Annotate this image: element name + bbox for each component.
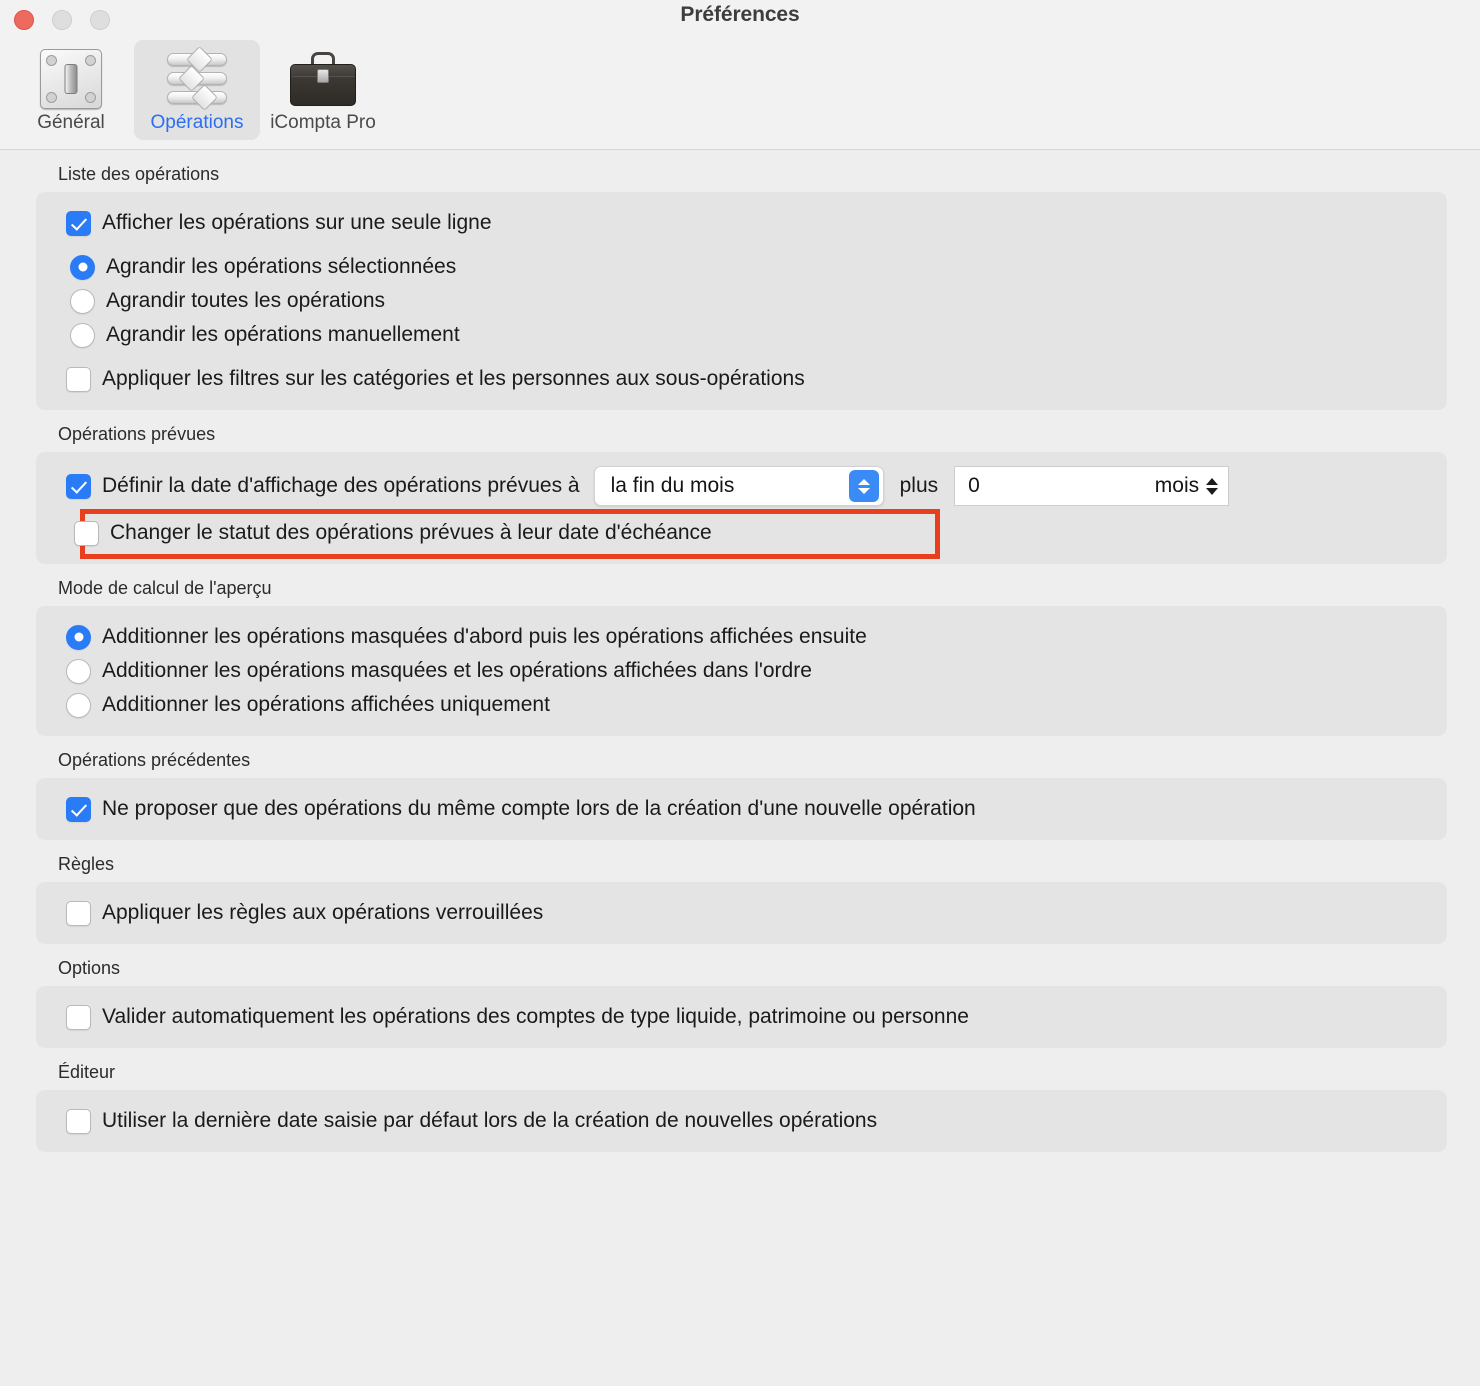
radio-masquees-et-affichees-ordre[interactable] [66,658,91,684]
group-liste-des-operations: Liste des opérations Afficher les opérat… [0,150,1480,410]
tab-operations[interactable]: Opérations [134,40,260,140]
option-label: Ne proposer que des opérations du même c… [102,797,976,820]
radio-agrandir-selectionnees[interactable] [70,254,95,280]
date-controls: la fin du mois plus 0 mois [593,466,1230,506]
popup-date-reference-value: la fin du mois [610,474,735,497]
stepper-mois[interactable]: 0 mois [954,466,1230,506]
popup-date-reference[interactable]: la fin du mois [593,466,884,506]
option-affichees-uniquement[interactable]: Additionner les opérations affichées uni… [36,688,1447,722]
stepper-mois-unit: mois [1154,474,1200,497]
group-regles: Règles Appliquer les règles aux opératio… [0,840,1480,944]
option-masquees-et-affichees-ordre[interactable]: Additionner les opérations masquées et l… [36,654,1447,688]
checkbox-changer-statut-echeance[interactable] [74,520,99,546]
option-changer-statut-echeance[interactable]: Changer le statut des opérations prévues… [44,516,1447,550]
option-label: Agrandir les opérations sélectionnées [106,255,457,278]
chevron-updown-icon[interactable] [848,470,879,502]
option-appliquer-filtres-sous-operations[interactable]: Appliquer les filtres sur les catégories… [36,362,1447,396]
window-titlebar: Préférences [0,0,1480,40]
option-masquees-dabord[interactable]: Additionner les opérations masquées d'ab… [36,620,1447,654]
plus-label: plus [899,474,939,497]
group-editeur: Éditeur Utiliser la dernière date saisie… [0,1048,1480,1152]
tab-icompta-pro-label: iCompta Pro [270,112,376,133]
checkbox-definir-date-affichage[interactable] [66,473,91,499]
option-label: Valider automatiquement les opérations d… [102,1005,969,1028]
preferences-toolbar: Général Opérations iCompta Pro [0,40,1480,150]
group-prevues-title: Opérations prévues [58,424,216,444]
tab-general[interactable]: Général [8,40,134,140]
sliders-icon [165,46,229,111]
tab-icompta-pro[interactable]: iCompta Pro [260,40,386,140]
option-label: Afficher les opérations sur une seule li… [102,211,492,234]
option-afficher-une-seule-ligne[interactable]: Afficher les opérations sur une seule li… [36,206,1447,240]
option-definir-date-affichage[interactable]: Définir la date d'affichage des opératio… [36,466,1447,506]
stepper-mois-value[interactable]: 0 [968,474,980,498]
group-options: Options Valider automatiquement les opér… [0,944,1480,1048]
group-liste-box: Afficher les opérations sur une seule li… [36,192,1447,410]
option-meme-compte[interactable]: Ne proposer que des opérations du même c… [36,792,1447,826]
option-derniere-date-saisie[interactable]: Utiliser la dernière date saisie par déf… [36,1104,1447,1138]
tab-operations-label: Opérations [150,112,244,133]
option-regles-verrouillees[interactable]: Appliquer les règles aux opérations verr… [36,896,1447,930]
group-apercu-box: Additionner les opérations masquées d'ab… [36,606,1447,736]
option-label: Additionner les opérations affichées uni… [102,693,550,716]
radio-agrandir-toutes[interactable] [70,288,95,314]
option-label: Agrandir toutes les opérations [106,289,385,312]
radio-affichees-uniquement[interactable] [66,692,91,718]
group-precedentes-box: Ne proposer que des opérations du même c… [36,778,1447,840]
option-valider-automatiquement[interactable]: Valider automatiquement les opérations d… [36,1000,1447,1034]
stepper-chevron-updown-icon[interactable] [1206,477,1219,495]
checkbox-appliquer-filtres[interactable] [66,366,91,392]
checkbox-regles-verrouillees[interactable] [66,900,91,926]
tab-general-label: Général [37,112,105,133]
option-agrandir-manuellement[interactable]: Agrandir les opérations manuellement [36,318,1447,352]
group-prevues-box: Définir la date d'affichage des opératio… [36,452,1447,564]
group-options-box: Valider automatiquement les opérations d… [36,986,1447,1048]
option-label: Additionner les opérations masquées d'ab… [102,625,867,648]
option-agrandir-selectionnees[interactable]: Agrandir les opérations sélectionnées [36,250,1447,284]
group-apercu-title: Mode de calcul de l'aperçu [58,578,272,598]
checkbox-valider-automatiquement[interactable] [66,1004,91,1030]
page-title: Préférences [680,3,800,26]
option-label: Additionner les opérations masquées et l… [102,659,812,682]
checkbox-derniere-date-saisie[interactable] [66,1108,91,1134]
option-label: Agrandir les opérations manuellement [106,323,460,346]
highlighted-option-wrapper: Changer le statut des opérations prévues… [44,509,1447,559]
switch-plate-icon [40,48,102,110]
group-regles-box: Appliquer les règles aux opérations verr… [36,882,1447,944]
checkbox-afficher-une-seule-ligne[interactable] [66,210,91,236]
radio-masquees-dabord[interactable] [66,624,91,650]
group-options-title: Options [58,958,121,978]
group-regles-title: Règles [58,854,115,874]
group-mode-de-calcul: Mode de calcul de l'aperçu Additionner l… [0,564,1480,736]
group-liste-title: Liste des opérations [58,164,220,184]
option-label: Définir la date d'affichage des opératio… [102,474,580,497]
option-agrandir-toutes[interactable]: Agrandir toutes les opérations [36,284,1447,318]
radio-agrandir-manuellement[interactable] [70,322,95,348]
option-label: Appliquer les filtres sur les catégories… [102,367,805,390]
checkbox-meme-compte[interactable] [66,796,91,822]
option-label: Changer le statut des opérations prévues… [110,521,712,544]
preferences-content: Liste des opérations Afficher les opérat… [0,150,1480,1386]
group-operations-precedentes: Opérations précédentes Ne proposer que d… [0,736,1480,840]
option-label: Appliquer les règles aux opérations verr… [102,901,544,924]
group-precedentes-title: Opérations précédentes [58,750,251,770]
group-editeur-title: Éditeur [58,1062,116,1082]
group-editeur-box: Utiliser la dernière date saisie par déf… [36,1090,1447,1152]
group-operations-prevues: Opérations prévues Définir la date d'aff… [0,410,1480,564]
briefcase-icon [290,48,356,110]
option-label: Utiliser la dernière date saisie par déf… [102,1109,878,1132]
